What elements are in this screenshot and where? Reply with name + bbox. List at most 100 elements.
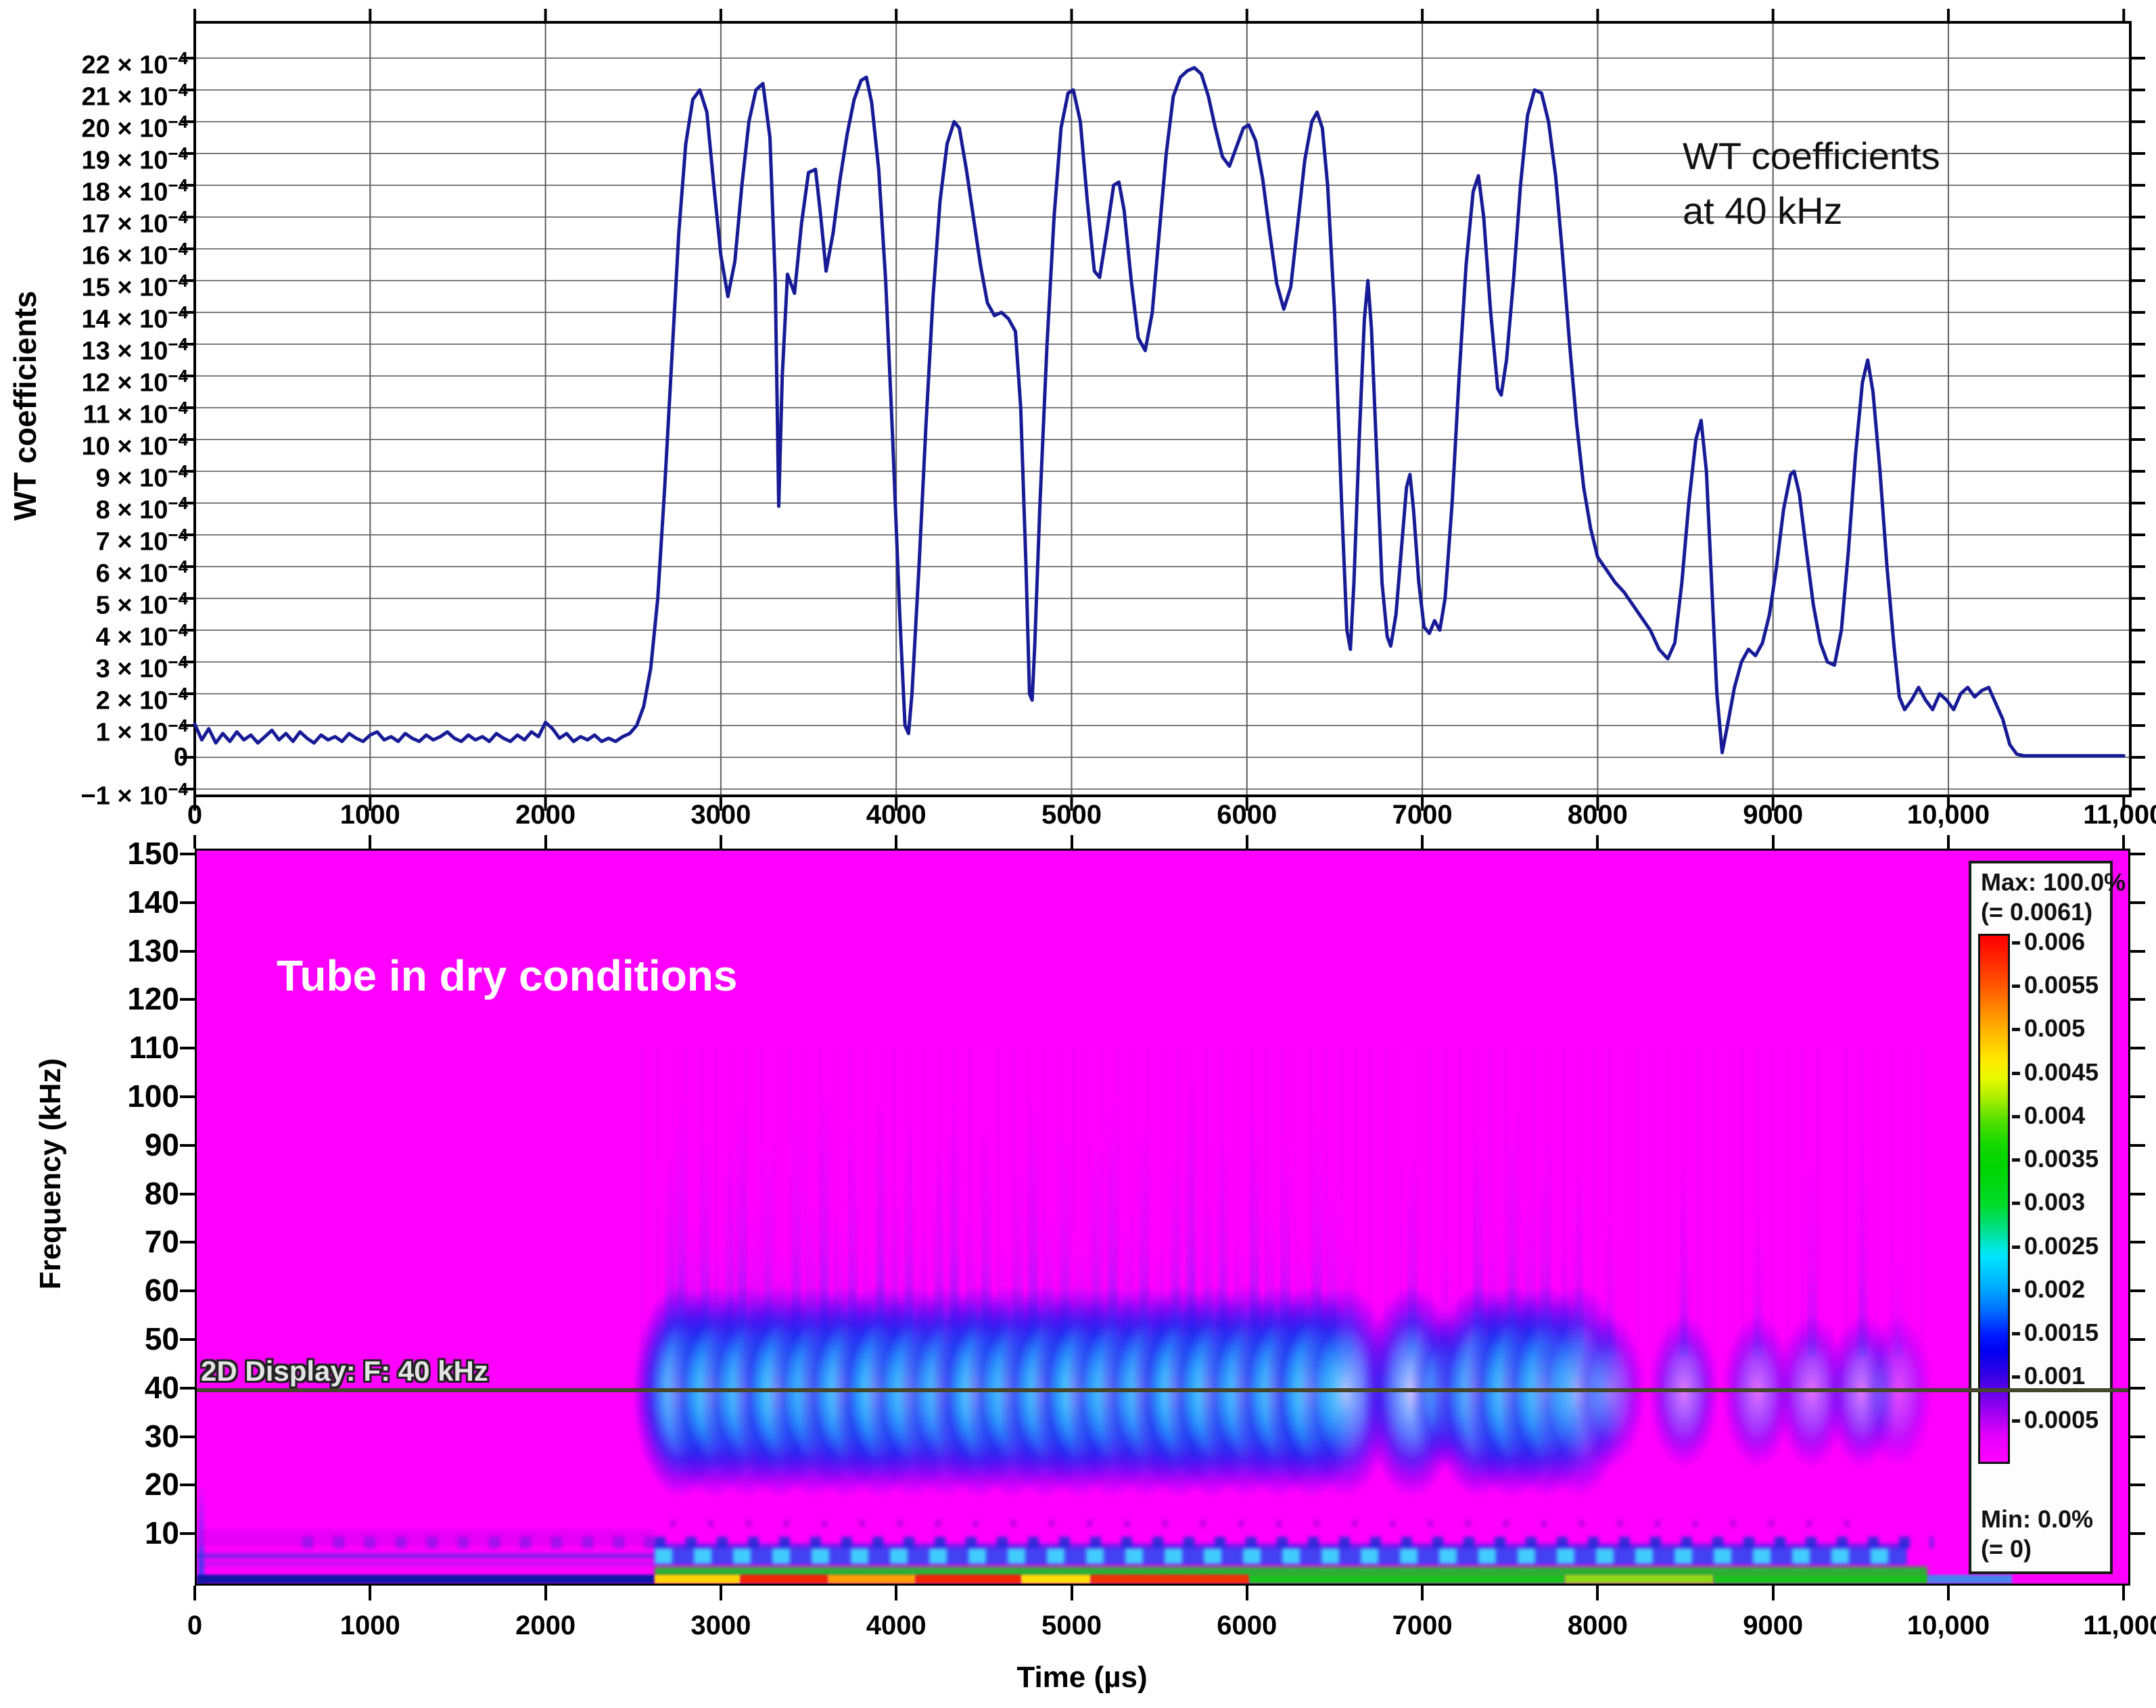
tick [1947,1586,1950,1600]
x-tick-label: 11,000 [2083,1611,2156,1640]
tick [180,998,195,1001]
colorbar-tick-label: 0.0055 [2024,971,2099,999]
tick [2130,1095,2145,1098]
spectrogram-band-thin-line-4k [197,1562,655,1565]
tick [1596,835,1599,849]
tick [193,835,196,849]
figure: 22 × 10−4 21 × 10−4 20 × 10−4 19 × 10−4 18 ×… [0,0,2156,1708]
x-tick-label: 0 [187,1611,203,1640]
x-tick-label: 4000 [866,800,927,830]
tick [180,1143,195,1147]
tick [193,1586,196,1600]
tick [719,835,722,849]
x-tick-label: 1000 [339,800,400,830]
spectrogram-band-fine-dots-12k [670,1520,1863,1527]
x-tick-label: 2000 [515,800,576,830]
x-tick-label: 5000 [1041,1611,1102,1640]
spectrogram-band-bottom-edge [1021,1575,1092,1584]
tick [180,1241,195,1244]
colorbar-tick-label: 0.0035 [2024,1145,2099,1173]
x-tick-label: 9000 [1743,1611,1804,1640]
tick [180,901,195,904]
y-tick-label: 120 [127,981,179,1017]
colorbar-tick [2012,1375,2020,1379]
frequency-cursor-label: 2D Display: F: 40 kHz [201,1354,488,1387]
tick [544,1586,547,1600]
colorbar-tick [2012,985,2020,989]
frequency-cursor-line[interactable] [197,1387,2128,1392]
colorbar-min-value: (= 0) [1981,1535,2032,1563]
tick [180,949,195,953]
tick [1771,1586,1775,1600]
spectrogram-band-bottom-edge [1091,1575,1249,1584]
spectrogram-band-bottom-edge [1713,1575,1928,1584]
tick [1421,1586,1424,1600]
tick [180,1484,195,1487]
colorbar-tick-label: 0.003 [2024,1188,2086,1216]
tick [2130,1435,2145,1438]
x-tick-label: 2000 [515,1611,576,1640]
colorbar-tick [2012,1158,2020,1162]
colorbar-gradient [1978,934,2010,1464]
colorbar-max-percent: Max: 100.0% [1981,868,2126,896]
spectrogram-band-bottom-edge [1564,1575,1714,1584]
colorbar-tick-label: 0.005 [2024,1014,2086,1043]
colorbar-tick [2012,1419,2020,1423]
y-tick-label: 140 [127,884,179,920]
tick [1245,835,1248,849]
tick [1070,835,1073,849]
tick [719,1586,722,1600]
tick [2122,1586,2126,1600]
tick [2130,1192,2145,1195]
tick [2130,1386,2145,1390]
tick [2130,998,2145,1001]
tick [180,1095,195,1098]
y-tick-label: 50 [144,1321,179,1356]
tick [180,1386,195,1390]
x-tick-label: 0 [187,800,203,830]
tick [1245,1586,1248,1600]
colorbar-tick [2012,1071,2020,1075]
x-tick-label: 6000 [1217,1611,1278,1640]
colorbar-tick [2012,1245,2020,1249]
x-tick-label: 10,000 [1906,800,1990,830]
spectrogram-band-bottom-edge [916,1575,1021,1584]
colorbar-tick-label: 0.002 [2024,1275,2086,1303]
x-tick-label: 10,000 [1906,1611,1990,1640]
tick [2130,1532,2145,1536]
colorbar-tick [2012,1202,2020,1206]
tick [2130,1241,2145,1244]
colorbar-tick-label: 0.0045 [2024,1058,2099,1086]
tick [544,835,547,849]
x-tick-label: 3000 [690,1611,751,1640]
tick [1596,1586,1599,1600]
colorbar-legend: Max: 100.0% (= 0.0061) 0.006 0.0055 0.005 0… [1969,861,2126,1574]
top-y-axis-title: WT coefficients [7,291,43,521]
x-tick-label: 7000 [1392,800,1453,830]
x-tick-label: 11,000 [2083,800,2156,830]
y-tick-label: 30 [144,1418,179,1454]
tick [1421,835,1424,849]
chart-annotation-line2: at 40 kHz [1683,189,1843,233]
tick [2130,1484,2145,1487]
y-tick-label: 130 [127,932,179,968]
tick [1771,835,1775,849]
tick [2130,901,2145,904]
x-tick-label: 6000 [1217,800,1278,830]
y-tick-label: 0 [173,743,188,772]
spectrogram-band-bottom-edge [740,1575,828,1584]
colorbar-tick [2012,1028,2020,1032]
spectrogram-band-bottom-edge [197,1575,655,1584]
colorbar-tick [2012,941,2020,945]
tick [2130,949,2145,953]
tick [2130,1338,2145,1341]
colorbar-tick-label: 0.004 [2024,1101,2086,1129]
colorbar-tick-label: 0.0025 [2024,1231,2099,1260]
tick [180,1435,195,1438]
spectrogram-band-dots-row-8k [302,1536,655,1548]
tick [2130,853,2145,855]
colorbar-tick [2012,1332,2020,1336]
tick [180,1532,195,1536]
x-tick-label: 8000 [1567,800,1628,830]
x-tick-label: 8000 [1567,1611,1628,1640]
